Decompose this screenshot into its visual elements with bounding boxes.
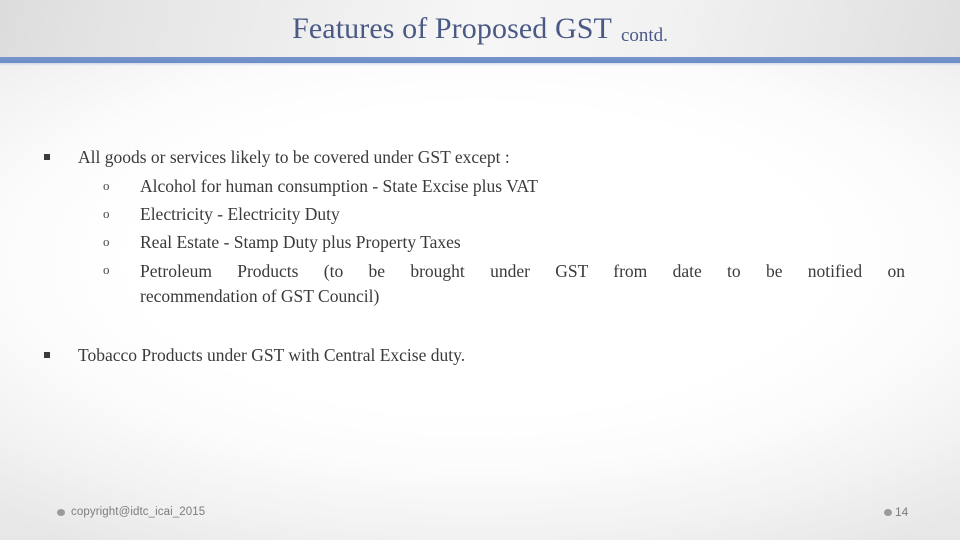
list-item: All goods or services likely to be cover… — [0, 146, 960, 168]
bullet-text-primary: Tobacco Products under GST with Central … — [78, 345, 466, 365]
circle-bullet-icon: o — [103, 262, 110, 277]
page-number-text: 14 — [895, 505, 909, 519]
list-item: o Electricity - Electricity Duty — [0, 203, 960, 225]
sub-bullet-text: Electricity - Electricity Duty — [140, 204, 340, 224]
circle-bullet-icon: o — [103, 206, 110, 221]
square-bullet-icon — [44, 344, 78, 366]
copyright-text: copyright@idtc_icai_2015 — [71, 506, 206, 518]
bullet-text-primary: All goods or services likely to be cover… — [78, 147, 510, 167]
circle-bullet-icon: o — [103, 234, 110, 249]
circle-bullet-icon: o — [103, 178, 110, 193]
sub-bullet-list: o Alcohol for human consumption - State … — [0, 175, 960, 308]
page-title-suffix: contd. — [620, 25, 668, 46]
bullet-dot-icon — [57, 509, 65, 516]
slide-canvas: Features of Proposed GST contd. All good… — [0, 0, 960, 540]
sub-bullet-line-2: recommendation of GST Council) — [140, 285, 380, 306]
footer-page-number: 14 — [884, 506, 908, 519]
slide-content: All goods or services likely to be cover… — [0, 146, 960, 368]
square-bullet-icon — [44, 146, 78, 168]
sub-bullet-line-1: Petroleum Products (to be brought under … — [140, 261, 905, 281]
list-item: o Petroleum Products (to be brought unde… — [0, 259, 960, 308]
list-item: Tobacco Products under GST with Central … — [0, 344, 960, 366]
footer-copyright: copyright@idtc_icai_2015 — [57, 506, 205, 519]
sub-bullet-text: Alcohol for human consumption - State Ex… — [140, 176, 538, 196]
page-title: Features of Proposed GST — [292, 11, 612, 45]
list-item: o Real Estate - Stamp Duty plus Property… — [0, 231, 960, 253]
sub-bullet-text: Real Estate - Stamp Duty plus Property T… — [140, 232, 461, 252]
title-accent-rule-shadow — [0, 63, 960, 66]
bullet-dot-icon — [884, 509, 892, 516]
list-item: o Alcohol for human consumption - State … — [0, 175, 960, 197]
sub-bullet-text-wrapped: Petroleum Products (to be brought under … — [140, 259, 905, 308]
slide-title-row: Features of Proposed GST contd. — [0, 0, 960, 57]
